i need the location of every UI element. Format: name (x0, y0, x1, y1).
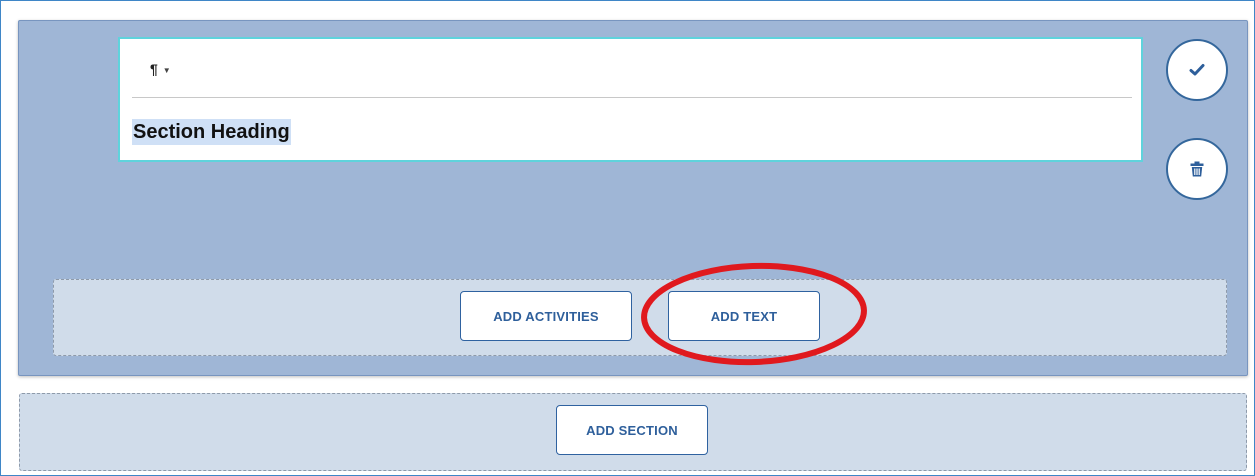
delete-button[interactable] (1166, 138, 1228, 200)
add-activities-button[interactable]: ADD ACTIVITIES (460, 291, 632, 341)
add-text-button[interactable]: ADD TEXT (668, 291, 820, 341)
editor-toolbar: ¶ ▼ (132, 47, 1132, 98)
rich-text-editor[interactable]: ¶ ▼ Section Heading (118, 37, 1143, 162)
section-heading-text[interactable]: Section Heading (132, 119, 291, 145)
paragraph-format-label: ¶ (150, 61, 158, 77)
confirm-button[interactable] (1166, 39, 1228, 101)
chevron-down-icon: ▼ (162, 65, 171, 75)
paragraph-format-dropdown[interactable]: ¶ ▼ (150, 57, 171, 81)
trash-icon (1190, 161, 1204, 177)
add-section-button[interactable]: ADD SECTION (556, 405, 708, 455)
check-icon (1189, 64, 1205, 76)
section-drop-zone (53, 279, 1227, 356)
